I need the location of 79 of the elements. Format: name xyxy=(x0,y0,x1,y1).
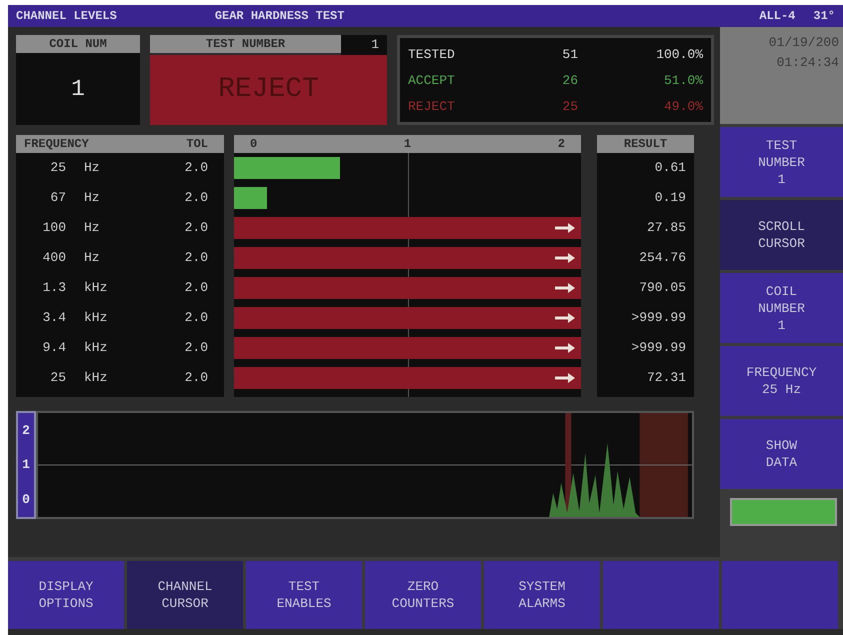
scale-label: 0 xyxy=(250,136,258,153)
frequency-unit: kHz xyxy=(84,339,108,357)
counter-label: TESTED xyxy=(408,46,456,64)
counter-percent: 51.0% xyxy=(664,72,703,90)
result-value: 72.31 xyxy=(646,369,686,387)
counter-percent: 49.0% xyxy=(664,98,703,116)
softkey-button[interactable]: ZERO COUNTERS xyxy=(365,561,481,629)
frequency-unit: kHz xyxy=(84,309,108,327)
temperature-label: 31° xyxy=(813,8,835,25)
counter-label: ACCEPT xyxy=(408,72,456,90)
axis-label: 1 xyxy=(22,456,30,474)
frequency-value: 1.3 xyxy=(42,279,66,297)
coil-number: 1 xyxy=(16,53,140,125)
screen-title: CHANNEL LEVELS xyxy=(16,8,117,25)
frequency-unit: kHz xyxy=(84,369,108,387)
result-value: 790.05 xyxy=(638,279,686,297)
blank-softkey[interactable] xyxy=(603,561,719,629)
side-button[interactable]: FREQUENCY 25 Hz xyxy=(720,346,843,416)
frequency-value: 400 xyxy=(42,249,66,267)
tolerance-value: 2.0 xyxy=(184,339,209,357)
frequency-value: 67 xyxy=(49,189,66,207)
result-value: 27.85 xyxy=(646,219,686,237)
softkey-button[interactable]: SYSTEM ALARMS xyxy=(484,561,600,629)
column-header: RESULT xyxy=(597,135,694,153)
tolerance-value: 2.0 xyxy=(184,279,209,297)
side-button[interactable]: SHOW DATA xyxy=(720,419,843,489)
frequency-value: 9.4 xyxy=(42,339,66,357)
frequency-value: 25 xyxy=(49,369,66,387)
tolerance-value: 2.0 xyxy=(184,249,209,267)
arrow-right-icon xyxy=(555,313,575,323)
result-value: >999.99 xyxy=(630,309,686,327)
arrow-right-icon xyxy=(555,343,575,353)
test-number: 1 xyxy=(341,35,387,54)
softkey-button[interactable]: DISPLAY OPTIONS xyxy=(8,561,124,629)
scale-label: 1 xyxy=(404,136,412,153)
result-value: 0.19 xyxy=(654,189,686,207)
counter-percent: 100.0% xyxy=(656,46,703,64)
date-label: 01/19/200 xyxy=(768,34,839,52)
time-label: 01:24:34 xyxy=(776,54,839,72)
mode-label: ALL-4 xyxy=(759,8,796,25)
result-value: 254.76 xyxy=(638,249,686,267)
scale-label: 2 xyxy=(558,136,565,153)
frequency-unit: Hz xyxy=(84,249,100,267)
column-header: FREQUENCY xyxy=(23,136,89,153)
side-button[interactable]: COIL NUMBER 1 xyxy=(720,273,843,343)
axis-label: 2 xyxy=(22,422,30,440)
result-value: >999.99 xyxy=(630,339,686,357)
tolerance-value: 2.0 xyxy=(184,219,209,237)
tolerance-value: 2.0 xyxy=(184,369,209,387)
frequency-value: 3.4 xyxy=(42,309,66,327)
verdict-panel: REJECT xyxy=(150,54,387,125)
arrow-right-icon xyxy=(555,223,575,233)
softkey-button[interactable]: CHANNEL CURSOR xyxy=(127,561,243,629)
arrow-right-icon xyxy=(555,283,575,293)
frequency-unit: Hz xyxy=(84,219,100,237)
tolerance-value: 2.0 xyxy=(184,159,209,177)
arrow-right-icon xyxy=(555,373,575,383)
frequency-unit: Hz xyxy=(84,189,100,207)
frequency-unit: Hz xyxy=(84,159,100,177)
result-value: 0.61 xyxy=(654,159,686,177)
counter-value: 26 xyxy=(561,72,578,90)
side-button[interactable]: TEST NUMBER 1 xyxy=(720,127,843,197)
axis-label: 0 xyxy=(22,490,30,509)
frequency-value: 25 xyxy=(49,159,66,177)
softkey-button[interactable]: TEST ENABLES xyxy=(246,561,362,629)
frequency-value: 100 xyxy=(42,219,66,237)
arrow-right-icon xyxy=(555,253,575,263)
field-label: TEST NUMBER xyxy=(150,35,341,53)
frequency-unit: kHz xyxy=(84,279,108,297)
counter-label: REJECT xyxy=(408,98,456,116)
blank-softkey[interactable] xyxy=(722,561,838,629)
column-header: TOL xyxy=(186,136,209,153)
counter-value: 25 xyxy=(561,98,578,116)
test-name: GEAR HARDNESS TEST xyxy=(214,8,344,25)
tolerance-value: 2.0 xyxy=(184,189,209,207)
tolerance-value: 2.0 xyxy=(184,309,209,327)
field-label: COIL NUM xyxy=(16,35,140,53)
counter-value: 51 xyxy=(561,46,578,64)
side-button[interactable]: SCROLL CURSOR xyxy=(720,200,843,270)
